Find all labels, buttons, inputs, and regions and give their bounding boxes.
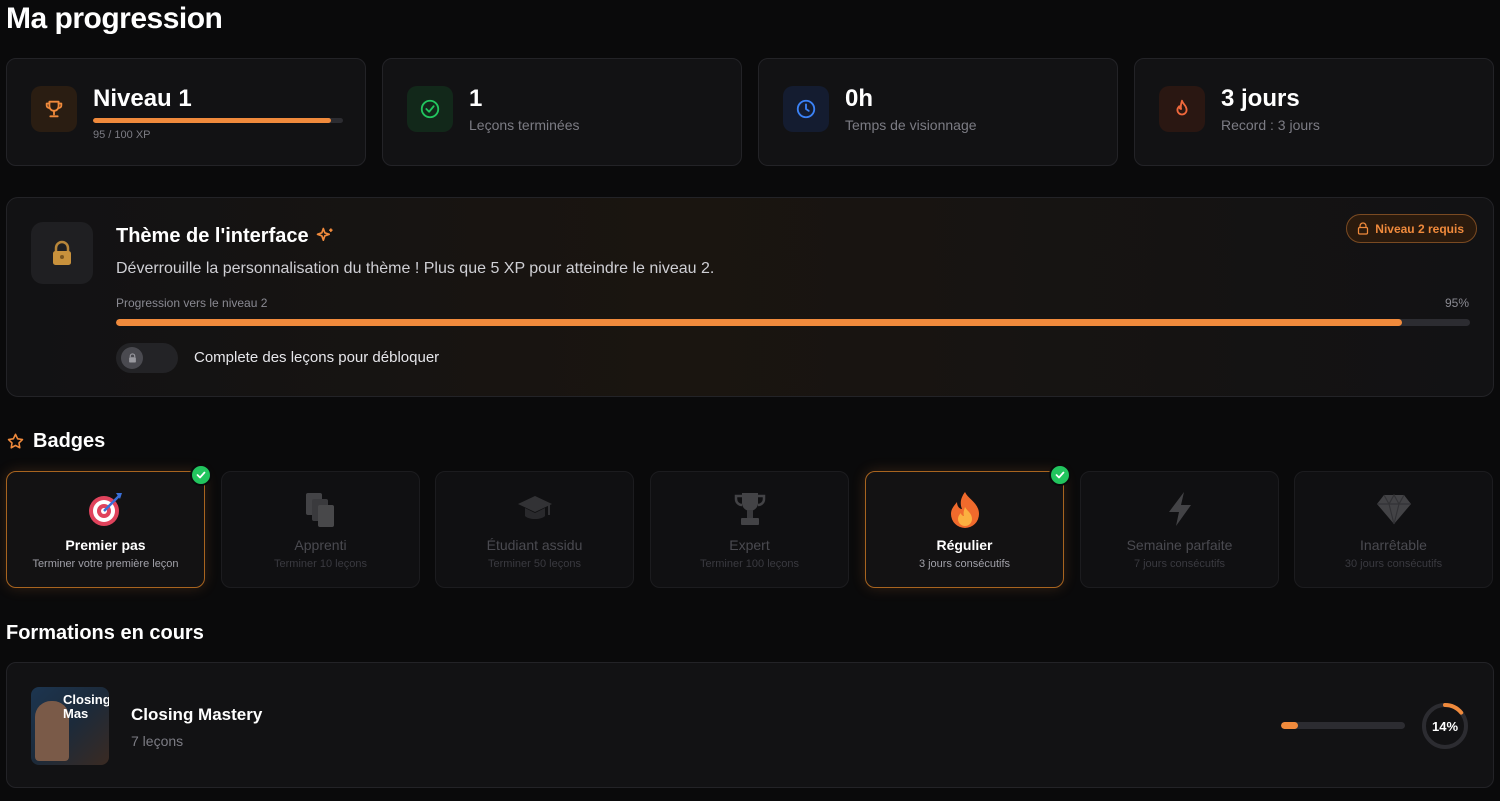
watch-time-value: 0h bbox=[845, 85, 874, 112]
stats-row: Niveau 1 95 / 100 XP 1 Leçons terminées … bbox=[6, 58, 1494, 166]
badge-name: Semaine parfaite bbox=[1126, 537, 1233, 553]
badges-heading: Badges bbox=[6, 430, 105, 453]
check-icon bbox=[190, 464, 212, 486]
xp-text: 95 / 100 XP bbox=[93, 129, 151, 141]
course-title: Closing Mastery bbox=[131, 705, 263, 724]
trophy-icon bbox=[651, 490, 848, 528]
diamond-icon bbox=[1295, 490, 1492, 528]
level-progress-bar bbox=[116, 319, 1470, 326]
graduation-cap-icon bbox=[436, 490, 633, 528]
badge-desc: Terminer votre première leçon bbox=[32, 558, 179, 570]
clock-icon bbox=[783, 86, 829, 132]
toggle-lock-icon bbox=[121, 347, 143, 369]
xp-progress-fill bbox=[93, 118, 331, 123]
theme-toggle[interactable] bbox=[116, 343, 178, 373]
xp-progress-bar bbox=[93, 118, 343, 123]
lock-icon bbox=[31, 222, 93, 284]
theme-description: Déverrouille la personnalisation du thèm… bbox=[116, 260, 715, 277]
course-card[interactable]: Closing Mas Closing Mastery 7 leçons 14% bbox=[6, 662, 1494, 788]
badge-expert[interactable]: Expert Terminer 100 leçons bbox=[650, 471, 849, 588]
badge-name: Expert bbox=[729, 537, 770, 553]
progress-label: Progression vers le niveau 2 bbox=[116, 296, 268, 310]
badges-title: Badges bbox=[33, 430, 106, 452]
badge-desc: Terminer 100 leçons bbox=[699, 558, 800, 570]
course-thumbnail: Closing Mas bbox=[31, 687, 109, 765]
level-required-badge: Niveau 2 requis bbox=[1346, 214, 1477, 243]
star-icon bbox=[7, 433, 24, 449]
page-title: Ma progression bbox=[6, 2, 223, 35]
level-required-label: Niveau 2 requis bbox=[1375, 221, 1464, 236]
badge-name: Régulier bbox=[936, 537, 993, 553]
stat-card-lessons: 1 Leçons terminées bbox=[382, 58, 742, 166]
sparkle-icon bbox=[315, 226, 335, 251]
level-progress-fill bbox=[116, 319, 1403, 326]
fire-icon bbox=[866, 490, 1063, 528]
course-progress-bar bbox=[1281, 722, 1405, 729]
badge-name: Inarrêtable bbox=[1360, 537, 1427, 553]
theme-unlock-card: Thème de l'interface Déverrouille la per… bbox=[6, 197, 1494, 397]
lessons-value: 1 bbox=[469, 85, 483, 112]
progress-percent: 95% bbox=[1444, 296, 1469, 310]
badge-name: Premier pas bbox=[65, 537, 146, 553]
thumbnail-text: Closing Mas bbox=[63, 692, 109, 721]
badge-regulier[interactable]: Régulier 3 jours consécutifs bbox=[865, 464, 1071, 588]
flame-icon bbox=[1159, 86, 1205, 132]
lessons-label: Leçons terminées bbox=[469, 117, 580, 133]
badge-name: Apprenti bbox=[294, 537, 347, 553]
badge-etudiant-assidu[interactable]: Étudiant assidu Terminer 50 leçons bbox=[435, 471, 634, 588]
badge-desc: Terminer 10 leçons bbox=[274, 558, 367, 570]
lightning-icon bbox=[1081, 490, 1278, 528]
badge-premier-pas[interactable]: Premier pas Terminer votre première leço… bbox=[6, 464, 212, 588]
badge-desc: 7 jours consécutifs bbox=[1133, 558, 1226, 570]
theme-title: Thème de l'interface bbox=[116, 225, 309, 247]
check-circle-icon bbox=[407, 86, 453, 132]
course-lessons-count: 7 leçons bbox=[131, 733, 184, 749]
toggle-label: Complete des leçons pour débloquer bbox=[194, 349, 440, 366]
stat-card-streak: 3 jours Record : 3 jours bbox=[1134, 58, 1494, 166]
badge-semaine-parfaite[interactable]: Semaine parfaite 7 jours consécutifs bbox=[1080, 471, 1279, 588]
small-lock-icon bbox=[1358, 222, 1369, 235]
books-icon bbox=[222, 490, 419, 528]
courses-title: Formations en cours bbox=[6, 622, 204, 644]
course-progress-fill bbox=[1281, 722, 1299, 729]
courses-heading: Formations en cours bbox=[6, 622, 204, 645]
badge-desc: Terminer 50 leçons bbox=[488, 558, 581, 570]
trophy-icon bbox=[31, 86, 77, 132]
streak-value: 3 jours bbox=[1221, 85, 1300, 112]
badge-name: Étudiant assidu bbox=[486, 537, 583, 553]
watch-time-label: Temps de visionnage bbox=[845, 117, 977, 133]
progress-ring-label: 14% bbox=[1431, 718, 1459, 734]
badge-desc: 3 jours consécutifs bbox=[918, 558, 1011, 570]
badge-inarretable[interactable]: Inarrêtable 30 jours consécutifs bbox=[1294, 471, 1493, 588]
level-value: Niveau 1 bbox=[93, 85, 192, 112]
check-icon bbox=[1049, 464, 1071, 486]
stat-card-level: Niveau 1 95 / 100 XP bbox=[6, 58, 366, 166]
streak-record-label: Record : 3 jours bbox=[1221, 117, 1320, 133]
stat-card-watch-time: 0h Temps de visionnage bbox=[758, 58, 1118, 166]
badge-apprenti[interactable]: Apprenti Terminer 10 leçons bbox=[221, 471, 420, 588]
target-icon bbox=[7, 490, 204, 528]
badge-desc: 30 jours consécutifs bbox=[1344, 558, 1443, 570]
